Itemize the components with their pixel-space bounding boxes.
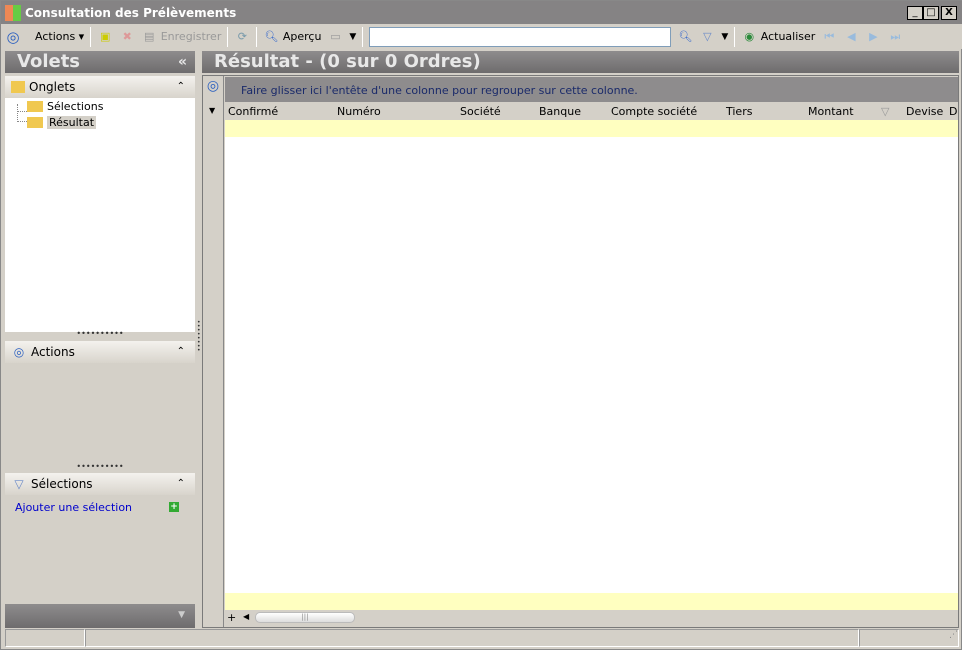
- separator: [90, 26, 92, 47]
- delete-icon[interactable]: ✖: [119, 29, 135, 45]
- collapse-pane-button[interactable]: «: [178, 51, 187, 73]
- selections-section-label: Sélections: [31, 477, 93, 491]
- column-header-confirme[interactable]: Confirmé: [228, 103, 278, 120]
- target-icon: ◎: [13, 345, 25, 359]
- splitter-handle[interactable]: ••••••••••: [5, 329, 195, 338]
- column-header-banque[interactable]: Banque: [539, 103, 581, 120]
- minimize-button[interactable]: _: [907, 6, 923, 20]
- left-pane-header: Volets «: [5, 51, 195, 73]
- close-button[interactable]: X: [941, 6, 957, 20]
- left-pane-title: Volets: [17, 51, 81, 72]
- save-icon: ▤: [144, 29, 155, 43]
- actions-label: Actions: [35, 30, 76, 43]
- search-input[interactable]: [369, 26, 672, 47]
- print-icon[interactable]: ▭: [327, 29, 343, 45]
- pane-overflow-button[interactable]: ▼: [5, 604, 195, 628]
- actions-section-header[interactable]: ◎ Actions ⌃: [5, 341, 195, 363]
- tree-item-selections[interactable]: Sélections: [27, 99, 103, 114]
- separator: [227, 26, 229, 47]
- refresh-button[interactable]: ◉ Actualiser: [741, 29, 815, 45]
- column-chooser-icon[interactable]: ▼: [209, 106, 215, 115]
- add-icon[interactable]: +: [169, 502, 179, 512]
- column-header-compte-societe[interactable]: Compte société: [611, 103, 697, 120]
- collapse-chevron-icon[interactable]: ⌃: [177, 76, 185, 98]
- column-headers: Confirmé Numéro Société Banque Compte so…: [225, 103, 958, 120]
- last-icon[interactable]: ⏭: [887, 29, 903, 45]
- filter-dropdown[interactable]: ▼: [721, 32, 728, 42]
- splitter-handle[interactable]: ••••••••••: [5, 462, 195, 471]
- previous-icon[interactable]: ◀: [843, 29, 859, 45]
- tree-item-resultat[interactable]: Résultat: [27, 115, 97, 130]
- toolbar: ◎ Actions ▾ ▣ ✖ ▤ Enregistrer ⟳ 🔍︎ Aperç…: [1, 24, 962, 49]
- save-button[interactable]: ▤ Enregistrer: [141, 29, 221, 45]
- tree-item-label: Résultat: [47, 116, 97, 129]
- folder-icon: [11, 81, 25, 93]
- grid-options-icon[interactable]: ◎: [205, 78, 221, 94]
- vertical-splitter[interactable]: • • • • • • • •: [197, 320, 201, 354]
- onglets-label: Onglets: [29, 80, 76, 94]
- sync-icon[interactable]: ⟳: [234, 29, 250, 45]
- scroll-thumb[interactable]: |||: [255, 612, 355, 623]
- status-panel: [85, 629, 859, 647]
- collapse-chevron-icon[interactable]: ⌃: [177, 473, 185, 495]
- summary-row: [225, 593, 958, 610]
- refresh-icon: ◉: [744, 29, 755, 43]
- expand-icon[interactable]: +: [227, 611, 236, 624]
- resize-grip-icon[interactable]: ⋰: [859, 629, 959, 647]
- collapse-chevron-icon[interactable]: ⌃: [177, 341, 185, 363]
- magnifier-icon: 🔍︎: [264, 29, 279, 43]
- separator: [734, 26, 736, 47]
- maximize-button[interactable]: □: [923, 6, 939, 20]
- grid-body: [225, 120, 958, 610]
- onglets-section-header[interactable]: Onglets ⌃: [5, 76, 195, 98]
- save-label: Enregistrer: [160, 29, 222, 43]
- preview-button[interactable]: 🔍︎ Aperçu: [263, 29, 321, 45]
- result-header: Résultat - (0 sur 0 Ordres): [202, 51, 959, 73]
- scroll-left-icon[interactable]: ◀: [243, 612, 249, 621]
- next-icon[interactable]: ▶: [865, 29, 881, 45]
- sort-indicator-icon[interactable]: ▽: [881, 103, 889, 120]
- tree-item-label: Sélections: [47, 100, 104, 113]
- window-title: Consultation des Prélèvements: [25, 6, 237, 20]
- actions-menu-button[interactable]: Actions ▾: [35, 30, 84, 43]
- column-header-societe[interactable]: Société: [460, 103, 501, 120]
- first-icon[interactable]: ⏮: [821, 29, 837, 45]
- filter-icon[interactable]: ▽: [699, 29, 715, 45]
- column-header-tiers[interactable]: Tiers: [726, 103, 752, 120]
- search-icon[interactable]: 🔍︎: [677, 29, 693, 45]
- refresh-label: Actualiser: [760, 29, 816, 43]
- target-icon: ◎: [6, 27, 20, 46]
- add-selection-link[interactable]: Ajouter une sélection: [15, 501, 132, 514]
- column-header-numero[interactable]: Numéro: [337, 103, 381, 120]
- print-dropdown[interactable]: ▼: [349, 32, 356, 42]
- filter-row[interactable]: [225, 120, 958, 137]
- column-header-devise[interactable]: Devise: [906, 103, 943, 120]
- actions-section-label: Actions: [31, 345, 75, 359]
- open-folder-icon: [27, 117, 43, 128]
- group-by-panel[interactable]: Faire glisser ici l'entête d'une colonne…: [225, 77, 958, 102]
- result-grid: ◎ Faire glisser ici l'entête d'une colon…: [202, 75, 959, 628]
- separator: [256, 26, 258, 47]
- title-bar: Consultation des Prélèvements: [1, 1, 962, 24]
- column-header-montant[interactable]: Montant: [808, 103, 854, 120]
- onglets-tree: Sélections Résultat: [5, 98, 195, 332]
- separator: [362, 26, 364, 47]
- preview-label: Aperçu: [282, 29, 322, 43]
- new-icon[interactable]: ▣: [97, 29, 113, 45]
- folder-icon: [27, 101, 43, 112]
- selections-section-header[interactable]: ▽ Sélections ⌃: [5, 473, 195, 495]
- filter-icon: ▽: [14, 477, 24, 491]
- status-bar: ⋰: [5, 629, 959, 647]
- column-header-d[interactable]: D: [949, 103, 957, 120]
- app-icon: [5, 5, 21, 21]
- result-title: Résultat - (0 sur 0 Ordres): [214, 51, 481, 72]
- status-panel: [5, 629, 85, 647]
- horizontal-scrollbar[interactable]: + ◀ |||: [225, 610, 958, 626]
